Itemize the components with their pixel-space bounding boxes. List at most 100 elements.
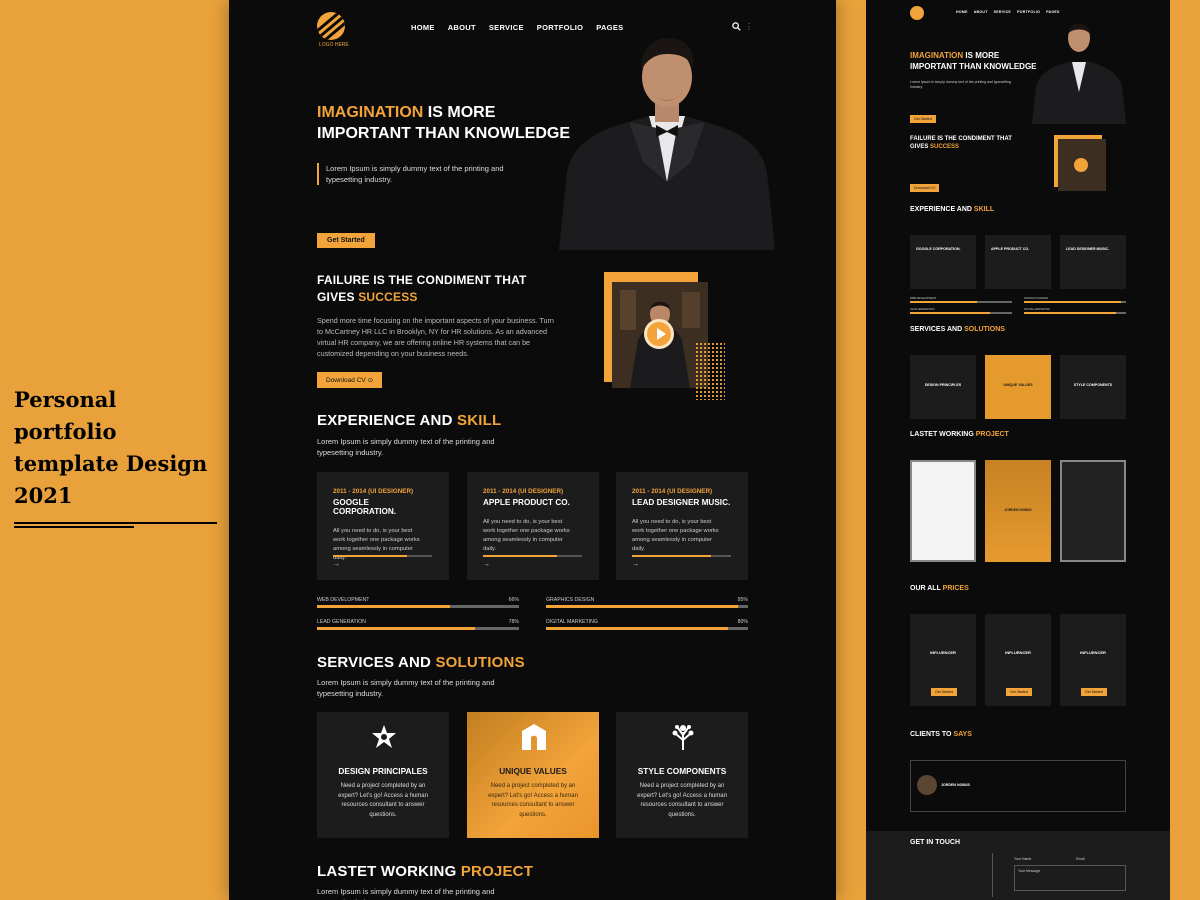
mini-nav-home[interactable]: HOME <box>956 10 968 14</box>
mini-project-thumbnail-highlighted[interactable]: JORDEN NOBUS <box>985 460 1051 562</box>
mini-hero-sub: Lorem Ipsum is simply dummy text of the … <box>910 80 1011 89</box>
mini-project-thumbnail[interactable] <box>1060 460 1126 562</box>
mini-hero-line2: IMPORTANT THAN KNOWLEDGE <box>910 62 1037 71</box>
mini-client-name: JORDEN NOBUS <box>941 783 970 787</box>
experience-progress <box>483 555 582 557</box>
mini-exp-card[interactable]: APPLE PRODUCT CO. <box>985 235 1051 289</box>
nav-about[interactable]: ABOUT <box>448 23 476 32</box>
mini-price-main: OUR ALL <box>910 585 943 592</box>
service-card[interactable]: STYLE COMPONENTS Need a project complete… <box>616 712 748 838</box>
mini-page-preview: HOME ABOUT SERVICE PORTFOLIO PAGES IMAGI… <box>866 0 1170 900</box>
about-title: FAILURE IS THE CONDIMENT THAT GIVES SUCC… <box>317 272 547 306</box>
mini-skill-track <box>1024 301 1126 303</box>
skill-name: LEAD GENERATION <box>317 619 366 625</box>
mini-svc-main: SERVICES AND <box>910 326 965 333</box>
experience-card[interactable]: 2011 - 2014 (UI DESIGNER) LEAD DESIGNER … <box>616 472 748 580</box>
logo-text: LOGO HERE <box>319 42 349 48</box>
star-icon <box>372 725 396 748</box>
mini-prices-title: OUR ALL PRICES <box>910 585 969 592</box>
mini-price-card[interactable]: INFLUENCER Get Started <box>910 614 976 706</box>
about-title-prefix: GIVES <box>317 290 359 304</box>
experience-company: LEAD DESIGNER MUSIC. <box>632 498 731 507</box>
mini-svc-accent: SOLUTIONS <box>964 326 1005 333</box>
mini-skill-fill <box>1024 301 1121 303</box>
mini-exp-company: APPLE PRODUCT CO. <box>991 247 1030 251</box>
arrow-right-icon[interactable]: → <box>632 561 639 568</box>
mini-price-plan: INFLUENCER <box>1005 650 1031 655</box>
service-name: UNIQUE VALUES <box>499 766 567 776</box>
mini-price-card[interactable]: INFLUENCER Get Started <box>985 614 1051 706</box>
service-card[interactable]: DESIGN PRINCIPALES Need a project comple… <box>317 712 449 838</box>
mini-get-started-button[interactable]: Get Started <box>910 115 936 123</box>
mini-service-card[interactable]: DESIGN PRINCIPLES <box>910 355 976 419</box>
experience-card[interactable]: 2011 - 2014 (UI DESIGNER) APPLE PRODUCT … <box>467 472 599 580</box>
service-desc: Need a project completed by an expert? L… <box>488 783 578 818</box>
mini-skill-track <box>1024 312 1126 314</box>
nav-portfolio[interactable]: PORTFOLIO <box>537 23 583 32</box>
mini-download-cv-button[interactable]: Download CV <box>910 184 940 192</box>
arrow-right-icon[interactable]: → <box>333 561 340 568</box>
mini-project-thumbnail[interactable] <box>910 460 976 562</box>
about-title-line1: FAILURE IS THE CONDIMENT THAT <box>317 273 527 287</box>
mini-price-button[interactable]: Get Started <box>931 688 957 696</box>
mini-play-icon[interactable] <box>1074 158 1088 172</box>
mini-service-name: UNIQUE VALUES <box>1003 383 1033 387</box>
hero-title: IMAGINATION IS MORE IMPORTANT THAN KNOWL… <box>317 102 577 144</box>
projects-title-accent: PROJECT <box>460 863 534 880</box>
nav-home[interactable]: HOME <box>411 23 435 32</box>
mini-contact-email-field[interactable]: Email <box>1076 857 1085 862</box>
nav-pages[interactable]: PAGES <box>596 23 623 32</box>
play-button-icon[interactable] <box>644 319 674 349</box>
service-name: STYLE COMPONENTS <box>637 766 727 776</box>
skill-track <box>546 605 748 608</box>
projects-title: LASTET WORKING PROJECT <box>317 863 533 880</box>
search-icon[interactable] <box>732 22 741 31</box>
experience-period: 2011 - 2014 (UI DESIGNER) <box>483 488 564 495</box>
experience-period: 2011 - 2014 (UI DESIGNER) <box>632 488 713 495</box>
skill-value: 66% <box>508 597 519 603</box>
mini-project-name: JORDEN NOBUS <box>1004 508 1032 512</box>
experience-card[interactable]: 2011 - 2014 (UI DESIGNER) GOOGLE CORPORA… <box>317 472 449 580</box>
mini-hero-accent: IMAGINATION <box>910 51 964 60</box>
mini-price-button[interactable]: Get Started <box>1081 688 1107 696</box>
mini-nav-service[interactable]: SERVICE <box>994 10 1011 14</box>
projects-subtitle: Lorem Ipsum is simply dummy text of the … <box>317 887 495 900</box>
service-card-highlighted[interactable]: UNIQUE VALUES Need a project completed b… <box>467 712 599 838</box>
mini-price-card[interactable]: INFLUENCER Get Started <box>1060 614 1126 706</box>
get-started-button[interactable]: Get Started <box>317 233 375 248</box>
main-page-mockup: LOGO HERE HOME ABOUT SERVICE PORTFOLIO P… <box>229 0 836 900</box>
skill-track <box>546 627 748 630</box>
skill-name: DIGITAL MARKETING <box>546 619 598 625</box>
arrow-right-icon[interactable]: → <box>483 561 490 568</box>
mini-experience-title: EXPERIENCE AND SKILL <box>910 206 994 213</box>
skill-name: WEB DEVELOPMENT <box>317 597 370 603</box>
experience-desc: All you need to do, is your best work to… <box>483 519 570 552</box>
skill-value: 95% <box>737 597 748 603</box>
download-cv-button[interactable]: Download CV ⊙ <box>317 372 383 388</box>
mini-service-name: DESIGN PRINCIPLES <box>924 383 962 387</box>
hero-title-rest2: IMPORTANT THAN KNOWLEDGE <box>317 125 571 142</box>
mini-exp-card[interactable]: LEAD DESIGNER MUSIC. <box>1060 235 1126 289</box>
mini-price-button[interactable]: Get Started <box>1006 688 1032 696</box>
logo[interactable]: LOGO HERE <box>317 12 349 48</box>
skill-fill <box>546 605 738 608</box>
mini-service-card[interactable]: STYLE COMPONENTS <box>1060 355 1126 419</box>
mini-nav-about[interactable]: ABOUT <box>974 10 988 14</box>
mini-contact-name-field[interactable]: Your Name <box>1014 857 1031 862</box>
mini-service-card-highlighted[interactable]: UNIQUE VALUES <box>985 355 1051 419</box>
mini-service-name: STYLE COMPONENTS <box>1073 383 1113 387</box>
experience-desc: All you need to do, is your best work to… <box>632 519 719 552</box>
mini-clients-title: CLIENTS TO SAYS <box>910 731 972 738</box>
mini-exp-card[interactable]: GOOGLE CORPORATION. <box>910 235 976 289</box>
mini-contact-message-field[interactable]: Your Message <box>1014 865 1126 891</box>
skill-lead-generation: LEAD GENERATION 78% <box>317 619 519 630</box>
mini-exp-company: GOOGLE CORPORATION. <box>916 247 961 251</box>
experience-progress-fill <box>333 555 408 557</box>
mini-about-prefix: GIVES <box>910 144 931 150</box>
skill-graphics-design: GRAPHICS DESIGN 95% <box>546 597 748 608</box>
more-icon[interactable]: ⋮ <box>745 22 753 31</box>
experience-title-accent: SKILL <box>456 412 502 429</box>
mini-price-accent: PRICES <box>942 585 969 592</box>
experience-subtitle: Lorem Ipsum is simply dummy text of the … <box>317 437 495 457</box>
nav-service[interactable]: SERVICE <box>489 23 524 32</box>
